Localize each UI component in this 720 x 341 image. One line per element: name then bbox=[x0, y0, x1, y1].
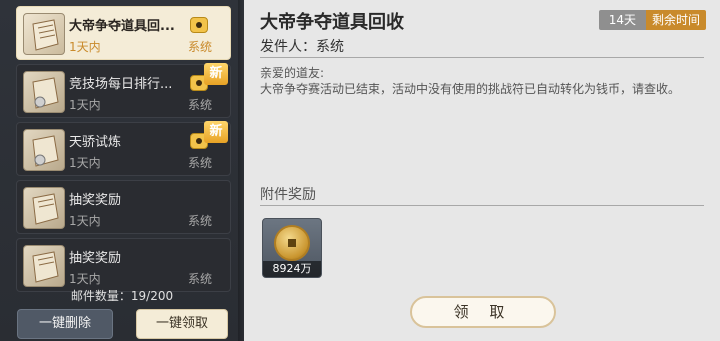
mail-item-3[interactable]: 抽奖奖励 1天内 系统 bbox=[16, 180, 231, 234]
mail-sender: 系统 bbox=[187, 156, 212, 170]
delete-all-button[interactable]: 一键删除 bbox=[17, 309, 113, 339]
mail-time: 1天内 bbox=[69, 98, 101, 112]
remaining-time-label: 剩余时间 bbox=[645, 10, 706, 30]
sender-line: 发件人：系统 bbox=[260, 39, 344, 55]
mail-title: 竞技场每日排行... bbox=[69, 77, 173, 92]
mail-sender: 系统 bbox=[187, 272, 212, 286]
mail-sender: 系统 bbox=[187, 214, 212, 228]
coin-icon bbox=[274, 225, 310, 261]
mail-item-0[interactable]: 大帝争夺道具回... 1天内 系统 bbox=[16, 6, 231, 60]
mail-time: 1天内 bbox=[69, 272, 101, 286]
mail-time: 1天内 bbox=[69, 40, 101, 54]
divider bbox=[260, 57, 704, 58]
mail-item-1[interactable]: 竞技场每日排行... 1天内 系统 新 bbox=[16, 63, 231, 118]
attachment-item[interactable]: 8924万 bbox=[262, 218, 322, 278]
mail-title: 天骄试炼 bbox=[69, 135, 122, 150]
attachment-label: 附件奖励 bbox=[260, 187, 316, 203]
mail-sender: 系统 bbox=[187, 98, 212, 112]
mail-title: 抽奖奖励 bbox=[69, 251, 122, 266]
divider bbox=[260, 205, 704, 206]
mail-time: 1天内 bbox=[69, 156, 101, 170]
scroll-icon bbox=[23, 71, 65, 113]
mail-title: 大帝争夺道具回... bbox=[69, 19, 175, 34]
mail-time: 1天内 bbox=[69, 214, 101, 228]
new-badge: 新 bbox=[204, 121, 228, 143]
scroll-icon bbox=[23, 187, 65, 229]
mail-list-panel: 大帝争夺道具回... 1天内 系统 竞技场每日排行... 1天内 系统 新 天骄… bbox=[0, 0, 244, 341]
attachment-bag-icon bbox=[190, 17, 208, 33]
mail-item-2[interactable]: 天骄试炼 1天内 系统 新 bbox=[16, 121, 231, 176]
greeting: 亲爱的道友: bbox=[260, 66, 325, 80]
expiry-badge: 14天 剩余时间 bbox=[598, 10, 706, 30]
attachment-quantity: 8924万 bbox=[263, 261, 321, 277]
mail-sender: 系统 bbox=[187, 40, 212, 54]
mail-item-4[interactable]: 抽奖奖励 1天内 系统 bbox=[16, 238, 231, 292]
scroll-icon bbox=[23, 13, 65, 55]
claim-button[interactable]: 领 取 bbox=[410, 296, 556, 328]
scroll-icon bbox=[23, 129, 65, 171]
mail-title: 抽奖奖励 bbox=[69, 193, 122, 208]
mail-count: 邮件数量：19/200 bbox=[70, 289, 174, 303]
mail-detail-title: 大帝争夺道具回收 bbox=[260, 12, 404, 33]
mail-body: 大帝争夺赛活动已结束，活动中没有使用的挑战符已自动转化为钱币，请查收。 bbox=[260, 82, 681, 96]
claim-all-button[interactable]: 一键领取 bbox=[136, 309, 228, 339]
mail-detail-panel: 大帝争夺道具回收 14天 剩余时间 发件人：系统 亲爱的道友: 大帝争夺赛活动已… bbox=[244, 0, 720, 341]
scroll-icon bbox=[23, 245, 65, 287]
new-badge: 新 bbox=[204, 63, 228, 85]
expiry-days: 14天 bbox=[598, 10, 646, 30]
